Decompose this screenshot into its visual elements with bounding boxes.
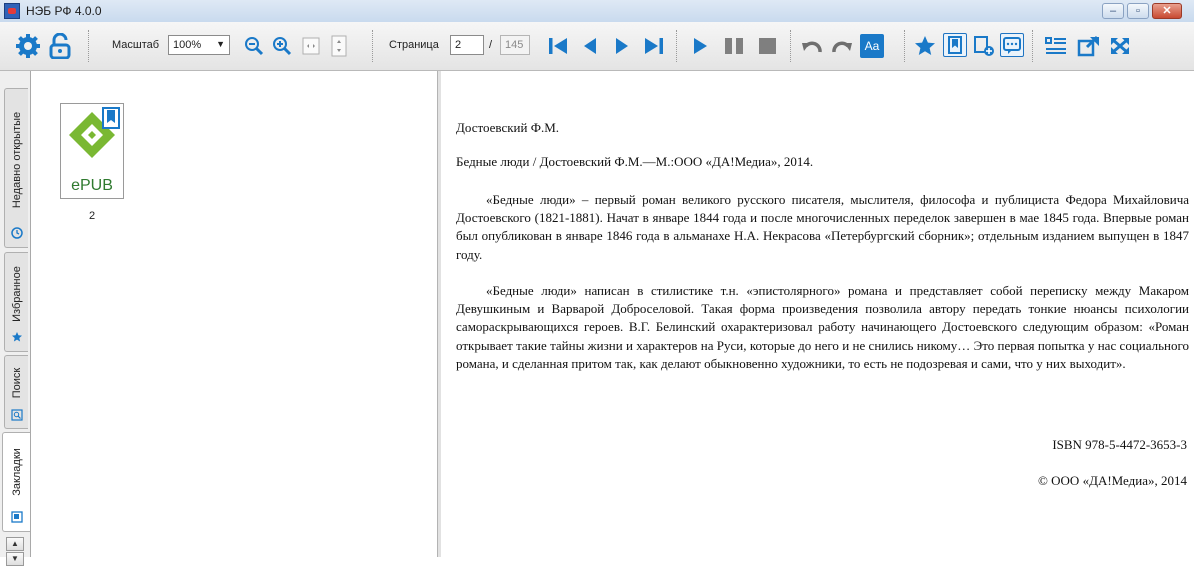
window-title: НЭБ РФ 4.0.0	[26, 4, 102, 18]
toolbar-separator	[904, 30, 905, 62]
gear-icon[interactable]	[15, 33, 41, 59]
thumbnail-format: ePUB	[71, 177, 113, 194]
bookmark-page-number: 2	[88, 210, 96, 222]
search-icon	[11, 409, 23, 421]
comment-toggle-button[interactable]	[1000, 33, 1024, 57]
tab-recent-label: Недавно открытые	[10, 111, 23, 209]
page-total: 145	[500, 35, 530, 55]
bookmark-add-icon[interactable]	[972, 34, 996, 58]
document-isbn: ISBN 978-5-4472-3653-3	[1052, 437, 1187, 452]
minimize-button[interactable]: –	[1102, 3, 1124, 19]
tab-search-label: Поиск	[10, 368, 23, 399]
last-page-icon[interactable]	[642, 34, 666, 58]
external-window-icon[interactable]	[1077, 35, 1101, 57]
page-input[interactable]: 2	[450, 35, 484, 55]
document-paragraph-2: «Бедные люди» написан в стилистике т.н. …	[456, 283, 1189, 371]
first-page-icon[interactable]	[546, 34, 570, 58]
redo-icon[interactable]	[830, 36, 854, 56]
document-author: Достоевский Ф.М.	[456, 120, 560, 135]
restore-button[interactable]: ▫	[1127, 3, 1149, 19]
stop-icon[interactable]	[756, 34, 780, 58]
fullscreen-icon[interactable]	[1108, 35, 1132, 57]
star-icon	[12, 332, 22, 342]
side-tab-bar: Недавно открытые Избранное Поиск Закладк…	[0, 71, 31, 566]
toolbar-separator	[790, 30, 791, 62]
scale-label: Масштаб	[112, 39, 160, 51]
comment-icon	[1003, 37, 1021, 54]
tab-bookmarks-label: Закладки	[10, 448, 23, 496]
close-button[interactable]: ✕	[1152, 3, 1182, 19]
next-page-icon[interactable]	[612, 34, 632, 58]
tab-bookmarks[interactable]: Закладки	[2, 432, 30, 532]
epub-icon	[69, 107, 120, 158]
scroll-up-button[interactable]: ▲	[6, 537, 24, 551]
title-bar: НЭБ РФ 4.0.0 – ▫ ✕	[0, 0, 1194, 23]
undo-icon[interactable]	[800, 36, 824, 56]
document-view: Достоевский Ф.М. Бедные люди / Достоевск…	[441, 71, 1194, 557]
tab-favorites[interactable]: Избранное	[4, 252, 28, 352]
fit-width-icon[interactable]	[302, 36, 320, 56]
tab-recent[interactable]: Недавно открытые	[4, 88, 28, 248]
unlock-icon[interactable]	[48, 33, 72, 59]
tab-search[interactable]: Поиск	[4, 355, 28, 429]
font-icon[interactable]: Aa	[860, 34, 884, 58]
document-bibliography: Бедные люди / Достоевский Ф.М.—М.:ООО «Д…	[456, 154, 814, 169]
bookmark-icon	[11, 511, 23, 523]
bookmark-icon	[948, 36, 962, 54]
toolbar-separator	[372, 30, 373, 62]
toolbar-separator	[88, 30, 89, 62]
bookmark-thumbnail[interactable]: ePUB	[60, 103, 124, 199]
scale-value: 100%	[173, 39, 202, 51]
document-copyright: © ООО «ДА!Медиа», 2014	[1038, 473, 1187, 488]
clock-icon	[11, 227, 23, 239]
bookmark-toggle-button[interactable]	[943, 33, 967, 57]
zoom-out-icon[interactable]	[244, 36, 264, 56]
toolbar: Масштаб 100% ▼ Страница 2 / 145 Aa	[0, 22, 1194, 71]
scroll-down-button[interactable]: ▼	[6, 552, 24, 566]
zoom-in-icon[interactable]	[272, 36, 292, 56]
toc-icon[interactable]	[1044, 35, 1068, 57]
chevron-down-icon: ▼	[216, 39, 225, 49]
prev-page-icon[interactable]	[580, 34, 600, 58]
page-separator: /	[489, 39, 493, 51]
toolbar-separator	[1032, 30, 1033, 62]
scale-select[interactable]: 100% ▼	[168, 35, 230, 55]
play-icon[interactable]	[690, 34, 710, 58]
star-icon[interactable]	[913, 34, 937, 58]
app-icon	[4, 3, 20, 19]
fit-height-icon[interactable]	[330, 35, 348, 57]
pause-icon[interactable]	[722, 34, 746, 58]
document-paragraph-1: «Бедные люди» – первый роман великого ру…	[456, 192, 1189, 262]
toolbar-separator	[676, 30, 677, 62]
tab-favorites-label: Избранное	[10, 266, 23, 323]
page-label: Страница	[389, 39, 439, 51]
